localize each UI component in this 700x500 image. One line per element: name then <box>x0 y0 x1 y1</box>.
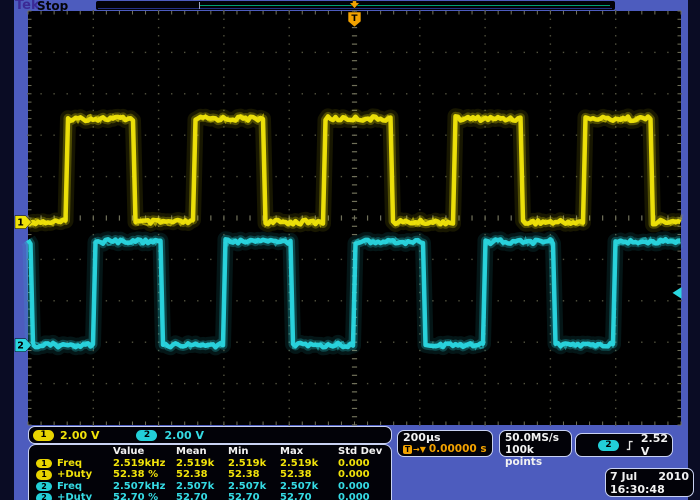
measurement-row: 2+Duty52.70 %52.7052.7052.700.000 <box>29 492 391 500</box>
measurement-min: 52.38 <box>228 469 280 481</box>
measurement-value: 52.38 % <box>113 469 176 481</box>
measurement-min: 2.507k <box>228 481 280 493</box>
trigger-t-icon: T <box>403 445 412 454</box>
measurement-max: 52.38 <box>280 469 338 481</box>
ch1-scale: 2.00 V <box>60 429 99 442</box>
arrow-icon: → <box>413 444 419 455</box>
measurement-stddev: 0.000 <box>338 469 388 481</box>
record-view-bar <box>96 1 615 10</box>
measurement-stddev: 0.000 <box>338 492 388 500</box>
measurement-value: 2.507kHz <box>113 481 176 493</box>
trigger-source-badge: 2 <box>598 440 619 451</box>
measurement-mean: 2.519k <box>176 458 228 470</box>
measurement-rows: 1Freq2.519kHz2.519k2.519k2.519k0.0001+Du… <box>29 458 391 500</box>
measurement-name: +Duty <box>57 492 113 500</box>
ch2-scale: 2.00 V <box>164 429 203 442</box>
channel-scale-bar: 1 2.00 V 2 2.00 V <box>28 426 392 444</box>
measurement-channel-badge: 2 <box>36 482 52 492</box>
measurement-channel-badge: 1 <box>36 459 52 469</box>
measurement-stddev: 0.000 <box>338 458 388 470</box>
trigger-level: 2.52 V <box>641 432 672 458</box>
record-length: 100k points <box>505 444 571 468</box>
record-window-tick <box>199 2 200 9</box>
measurement-value: 2.519kHz <box>113 458 176 470</box>
horizontal-settings-box: 200µs T→▼ 0.00000 s <box>397 430 493 457</box>
sample-rate: 50.0MS/s <box>505 432 571 444</box>
measurement-name: +Duty <box>57 469 113 481</box>
col-header-min: Min <box>228 446 280 458</box>
year: 2010 <box>658 470 689 483</box>
measurement-stddev: 0.000 <box>338 481 388 493</box>
measurements-table: Value Mean Min Max Std Dev 1 Freq2.519kHz… <box>28 444 392 500</box>
measurement-min: 52.70 <box>228 492 280 500</box>
acquisition-box: 50.0MS/s 100k points <box>499 430 572 457</box>
col-header-value: Value <box>113 446 176 458</box>
measurement-name: Freq <box>57 481 113 493</box>
tek-logo: Tek <box>15 0 40 13</box>
ch1-badge: 1 <box>33 430 54 441</box>
oscilloscope-screen: Tek Stop 1 2 T 1 2.00 V 2 2.00 V Value Mea… <box>0 0 700 500</box>
acquisition-status: Stop <box>37 0 68 13</box>
measurement-mean: 52.70 <box>176 492 228 500</box>
measurements-header-row: Value Mean Min Max Std Dev <box>29 446 391 458</box>
measurement-value: 52.70 % <box>113 492 176 500</box>
measurement-max: 52.70 <box>280 492 338 500</box>
trigger-delay-readout: T→▼ 0.00000 s <box>403 444 492 455</box>
flag-icon: ▼ <box>420 444 425 455</box>
date-line: 7 Jul 2010 <box>610 470 689 483</box>
measurement-mean: 52.38 <box>176 469 228 481</box>
measurement-row: 1+Duty52.38 %52.3852.3852.380.000 <box>29 469 391 481</box>
rising-edge-icon <box>626 439 634 452</box>
measurement-mean: 2.507k <box>176 481 228 493</box>
measurement-name: Freq <box>57 458 113 470</box>
measurement-max: 2.507k <box>280 481 338 493</box>
record-waveform-line <box>200 5 610 6</box>
measurement-channel-badge: 1 <box>36 470 52 480</box>
measurement-max: 2.519k <box>280 458 338 470</box>
measurement-row: 2Freq2.507kHz2.507k2.507k2.507k0.000 <box>29 481 391 493</box>
measurement-channel-badge: 2 <box>36 493 52 500</box>
time: 16:30:48 <box>610 483 689 496</box>
col-header-max: Max <box>280 446 338 458</box>
col-header-mean: Mean <box>176 446 228 458</box>
graticule-area <box>28 11 681 425</box>
col-header-stddev: Std Dev <box>338 446 388 458</box>
trigger-delay-value: 0.00000 s <box>429 444 487 455</box>
date: 7 Jul <box>610 470 637 483</box>
trigger-readout-box: 2 2.52 V <box>575 433 673 457</box>
measurement-row: 1Freq2.519kHz2.519k2.519k2.519k0.000 <box>29 458 391 470</box>
measurement-min: 2.519k <box>228 458 280 470</box>
ch2-badge: 2 <box>136 430 157 441</box>
record-bar-shading <box>98 8 612 9</box>
datetime-box: 7 Jul 2010 16:30:48 <box>605 468 694 497</box>
